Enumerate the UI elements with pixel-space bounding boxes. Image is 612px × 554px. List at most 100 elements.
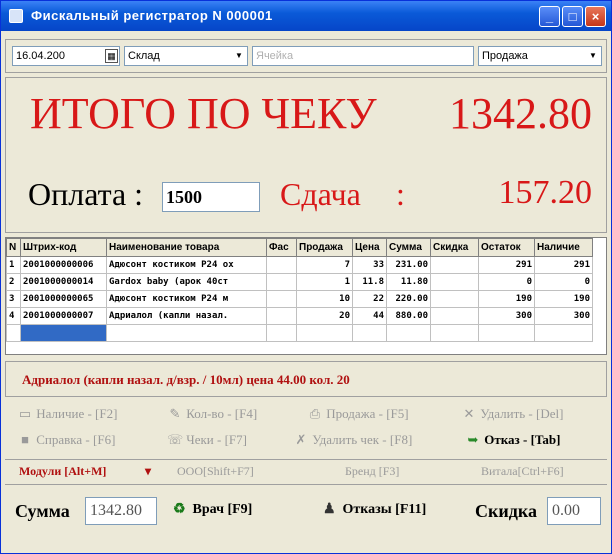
calendar-icon[interactable]: ▦ xyxy=(105,49,118,63)
table-cell: 0 xyxy=(478,273,535,291)
column-header[interactable]: N xyxy=(6,238,21,257)
app-icon xyxy=(9,9,23,23)
table-cell: Адриалол (капли назал. xyxy=(106,307,267,325)
ooo-button[interactable]: ООО[Shift+F7] xyxy=(177,464,254,479)
table-cell: 190 xyxy=(478,290,535,308)
close-button[interactable]: × xyxy=(585,6,606,27)
operation-value: Продажа xyxy=(482,50,528,62)
date-field[interactable]: 16.04.200 ▦ xyxy=(12,46,120,66)
column-header[interactable]: Скидка xyxy=(430,238,479,257)
column-header[interactable]: Фас xyxy=(266,238,297,257)
table-header-row: N Штрих-код Наименование товара Фас Продажа Ц… xyxy=(6,238,593,257)
table-cell: 231.00 xyxy=(386,256,431,274)
receipt-total-value: 1342.80 xyxy=(449,89,592,138)
column-header[interactable]: Остаток xyxy=(478,238,535,257)
column-header[interactable]: Продажа xyxy=(296,238,353,257)
discount-label: Скидка xyxy=(475,501,537,521)
selected-item-panel: Адриалол (капли назал. д/взр. / 10мл) це… xyxy=(5,361,607,397)
table-cell: Адюсонт костиком Р24 ох xyxy=(106,256,267,274)
table-cell xyxy=(6,324,21,342)
showcase-button[interactable]: Витала[Ctrl+F6] xyxy=(481,464,564,479)
payment-label: Оплата : xyxy=(28,176,144,212)
column-header[interactable]: Наименование товара xyxy=(106,238,267,257)
cell-input[interactable]: Ячейка xyxy=(252,46,474,66)
table-cell xyxy=(430,324,479,342)
warehouse-value: Склад xyxy=(128,50,160,62)
table-cell xyxy=(266,307,297,325)
availability-button[interactable]: ▭ Наличие - [F2] xyxy=(17,403,118,425)
table-row[interactable]: 4 2001000000007 Адриалол (капли назал. 20 44… xyxy=(6,307,593,325)
delete-receipt-icon: ✗ xyxy=(295,432,307,447)
table-row[interactable]: 2 2001000000014 Gardox baby (арок 40ст 1 11.… xyxy=(6,273,593,291)
arrow-icon: ➥ xyxy=(467,432,479,447)
action-label: Кол-во - [F4] xyxy=(183,406,258,421)
cell-placeholder: Ячейка xyxy=(256,50,294,62)
action-label: Наличие - [F2] xyxy=(33,406,118,421)
change-label: Сдача xyxy=(280,176,361,212)
table-cell: 291 xyxy=(478,256,535,274)
table-cell: 1 xyxy=(296,273,353,291)
sum-field[interactable]: 1342.80 xyxy=(85,497,157,525)
table-cell xyxy=(266,256,297,274)
new-row[interactable] xyxy=(6,324,593,342)
refuse-button[interactable]: ➥ Отказ - [Tab] xyxy=(465,429,561,451)
table-row[interactable]: 3 2001000000065 Адюсонт костиком Р24 м 10 22… xyxy=(6,290,593,308)
change-value: 157.20 xyxy=(498,174,593,211)
table-cell: 20 xyxy=(296,307,353,325)
totals-panel: ИТОГО ПО ЧЕКУ 1342.80 Оплата : 1500 Сдач… xyxy=(5,77,607,233)
table-cell: 2001000000065 xyxy=(20,290,107,308)
table-cell xyxy=(430,273,479,291)
actions-panel: ▭ Наличие - [F2] ✎ Кол-во - [F4] ⎙ Прода… xyxy=(5,399,607,455)
modules-menu[interactable]: Модули [Alt+M] xyxy=(19,464,106,479)
items-table[interactable]: N Штрих-код Наименование товара Фас Продажа Ц… xyxy=(5,237,607,355)
sale-button[interactable]: ⎙ Продажа - [F5] xyxy=(307,403,409,425)
table-cell: 10 xyxy=(296,290,353,308)
table-row[interactable]: 1 2001000000006 Адюсонт костиком Р24 ох 7 33… xyxy=(6,256,593,274)
delete-button[interactable]: ✕ Удалить - [Del] xyxy=(461,403,564,425)
payment-input[interactable]: 1500 xyxy=(162,182,260,212)
refusals-label: Отказы [F11] xyxy=(342,502,427,517)
table-cell xyxy=(386,324,431,342)
brand-button[interactable]: Бренд [F3] xyxy=(345,464,399,479)
delete-receipt-button[interactable]: ✗ Удалить чек - [F8] xyxy=(293,429,413,451)
minimize-button[interactable]: _ xyxy=(539,6,560,27)
receipts-icon: ☏ xyxy=(167,432,184,447)
action-label: Отказ - [Tab] xyxy=(481,432,561,447)
table-cell: 190 xyxy=(534,290,593,308)
table-cell: 7 xyxy=(296,256,353,274)
table-cell: 2001000000014 xyxy=(20,273,107,291)
sum-label: Сумма xyxy=(15,501,70,521)
doctor-button[interactable]: ♻ Врач [F9] xyxy=(173,501,252,518)
discount-field[interactable]: 0.00 xyxy=(547,497,601,525)
table-cell xyxy=(430,256,479,274)
chevron-down-icon: ▾ xyxy=(145,464,152,478)
column-header[interactable]: Цена xyxy=(352,238,387,257)
table-cell: 1 xyxy=(6,256,21,274)
table-cell: 0 xyxy=(534,273,593,291)
column-header[interactable]: Наличие xyxy=(534,238,593,257)
receipts-button[interactable]: ☏ Чеки - [F7] xyxy=(167,429,247,451)
column-header[interactable]: Сумма xyxy=(386,238,431,257)
table-cell xyxy=(430,290,479,308)
column-header[interactable]: Штрих-код xyxy=(20,238,107,257)
edit-icon: ✎ xyxy=(169,406,181,421)
selected-item-text: Адриалол (капли назал. д/взр. / 10мл) це… xyxy=(22,372,350,387)
refusals-button[interactable]: ♟ Отказы [F11] xyxy=(323,501,426,518)
maximize-button[interactable]: □ xyxy=(562,6,583,27)
warehouse-select[interactable]: Склад ▼ xyxy=(124,46,248,66)
quantity-button[interactable]: ✎ Кол-во - [F4] xyxy=(167,403,258,425)
doctor-label: Врач [F9] xyxy=(192,502,253,517)
table-cell xyxy=(266,324,297,342)
table-cell: 2 xyxy=(6,273,21,291)
operation-select[interactable]: Продажа ▼ xyxy=(478,46,602,66)
table-cell: 880.00 xyxy=(386,307,431,325)
table-cell: 220.00 xyxy=(386,290,431,308)
table-cell: 300 xyxy=(478,307,535,325)
action-label: Удалить - [Del] xyxy=(477,406,564,421)
table-cell xyxy=(20,324,107,342)
table-cell: 11.8 xyxy=(352,273,387,291)
table-cell: 2001000000007 xyxy=(20,307,107,325)
title-bar[interactable]: Фискальный регистратор N 000001 _ □ × xyxy=(1,1,611,31)
receipt-total-label: ИТОГО ПО ЧЕКУ xyxy=(30,89,377,138)
reference-button[interactable]: ■ Справка - [F6] xyxy=(17,429,115,451)
